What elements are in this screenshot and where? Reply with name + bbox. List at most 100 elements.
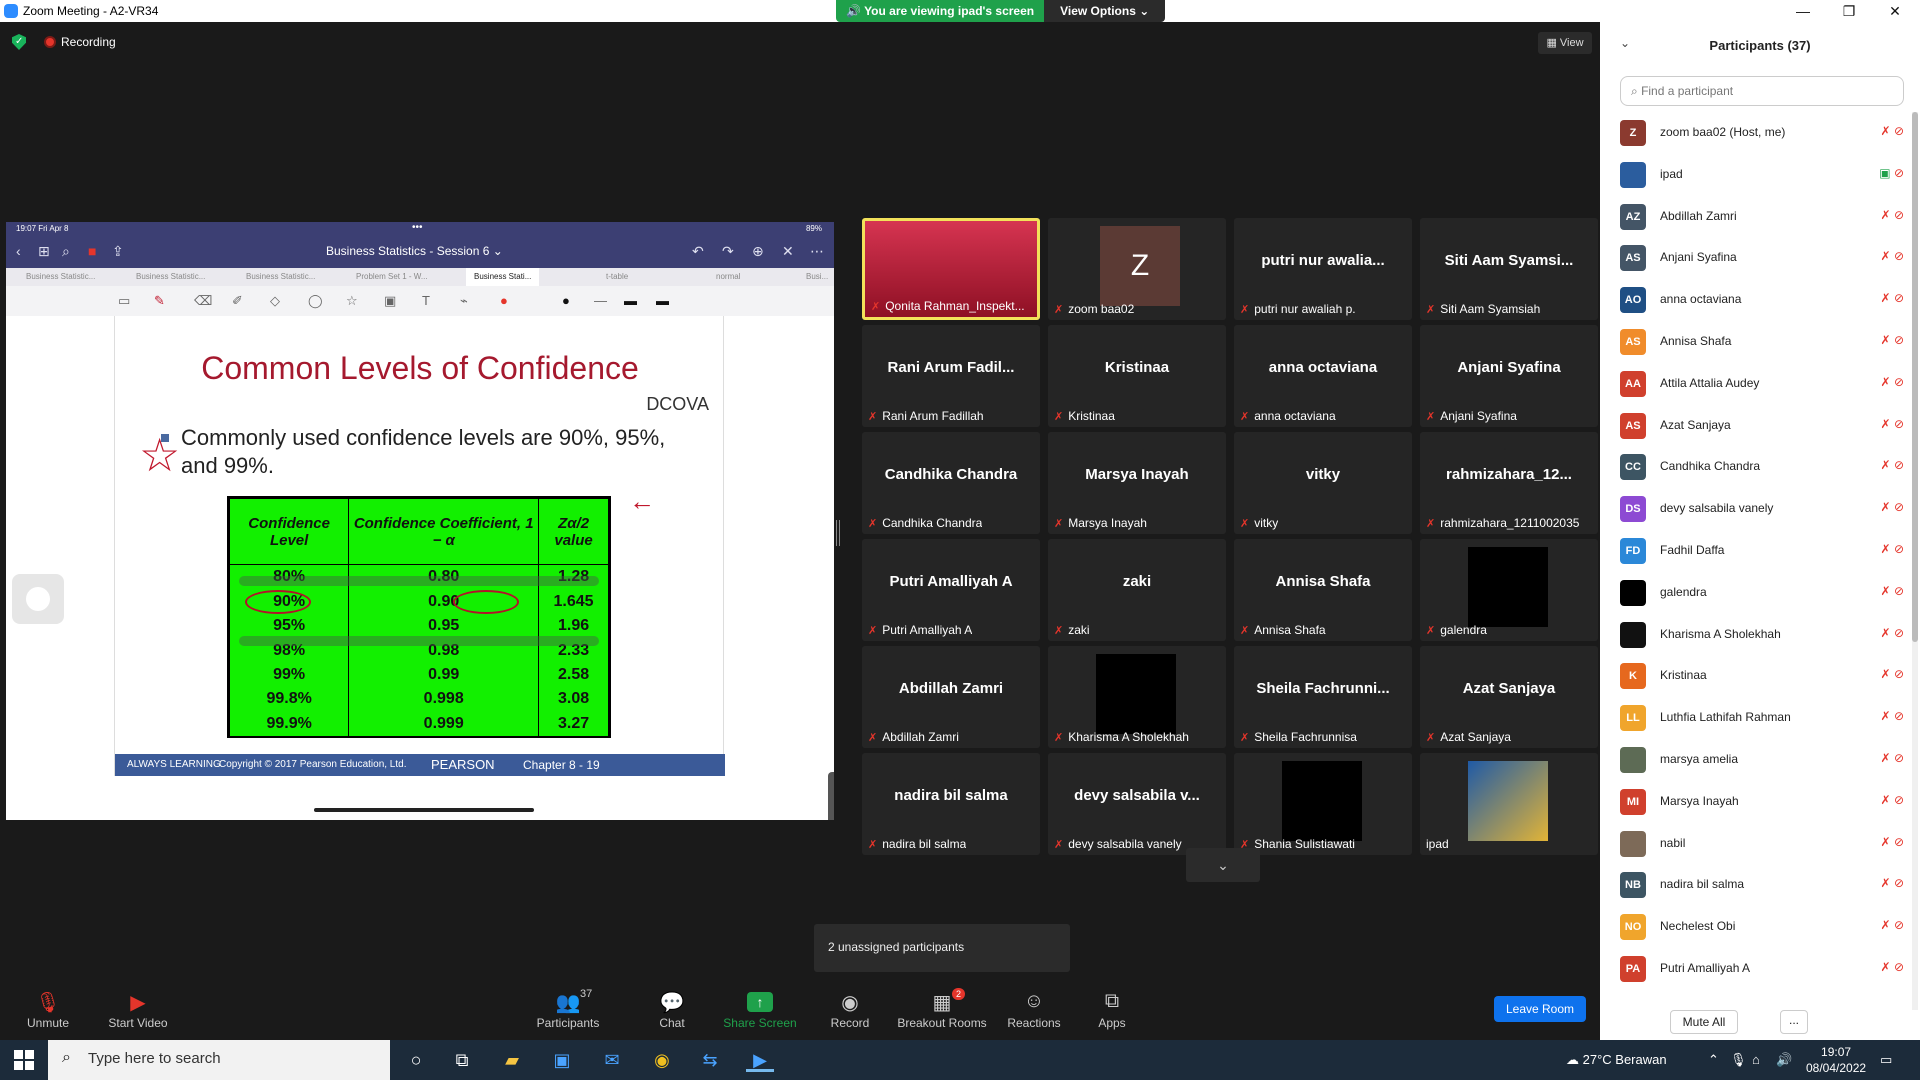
doc-tab[interactable]: Business Statistic... [246,272,315,281]
video-tile[interactable]: Annisa Shafa ✗ Annisa Shafa [1234,539,1412,641]
view-options-button[interactable]: View Options ⌄ [1044,0,1166,22]
doc-tab[interactable]: Problem Set 1 - W... [356,272,428,281]
more-icon[interactable]: ⋯ [810,243,824,260]
video-tile[interactable]: Z ✗ zoom baa02 [1048,218,1226,320]
video-tile[interactable]: Azat Sanjaya ✗ Azat Sanjaya [1420,646,1598,748]
find-participant-input[interactable]: ⌕ Find a participant [1620,76,1904,106]
video-tile[interactable]: ipad [1420,753,1598,855]
task-view-icon[interactable]: ⧉ [448,1048,476,1072]
participant-row[interactable]: AS Annisa Shafa ✗ ⊘ [1620,321,1904,362]
participant-row[interactable]: Kharisma A Sholekhah ✗ ⊘ [1620,614,1904,655]
video-tile[interactable]: Abdillah Zamri ✗ Abdillah Zamri [862,646,1040,748]
taskbar-clock[interactable]: 19:07 08/04/2022 [1806,1044,1866,1076]
participant-row[interactable]: AS Anjani Syafina ✗ ⊘ [1620,237,1904,278]
participant-row[interactable]: CC Candhika Chandra ✗ ⊘ [1620,446,1904,487]
mute-all-button[interactable]: Mute All [1670,1010,1738,1034]
shapes-icon[interactable]: ◇ [270,293,280,309]
doc-tab[interactable]: normal [716,272,740,281]
unmute-button[interactable]: 🎙 Unmute [0,990,96,1030]
grid-icon[interactable]: ⊞ [38,243,50,260]
participant-row[interactable]: NO Nechelest Obi ✗ ⊘ [1620,906,1904,947]
participant-row[interactable]: MI Marsya Inayah ✗ ⊘ [1620,781,1904,822]
doc-tab[interactable]: Busi... [806,272,828,281]
lasso-icon[interactable]: ◯ [308,293,323,309]
participant-row[interactable]: ipad ▣ ⊘ [1620,154,1904,195]
record-button[interactable]: ◉ Record [802,990,898,1030]
document-title[interactable]: Business Statistics - Session 6 ⌄ [326,244,503,258]
assistive-touch-button[interactable] [12,574,64,624]
thin-stroke-icon[interactable]: — [594,293,607,308]
recording-indicator[interactable]: Recording [44,35,116,49]
stamp-icon[interactable]: ☆ [346,293,358,309]
close-doc-icon[interactable]: ✕ [782,243,794,260]
read-mode-icon[interactable]: ▭ [118,293,130,309]
video-tile[interactable]: Sheila Fachrunni... ✗ Sheila Fachrunnisa [1234,646,1412,748]
thick-stroke-icon[interactable]: ▬ [656,293,669,308]
share-screen-button[interactable]: ↑ Share Screen [712,990,808,1030]
video-tile[interactable]: ✗ Qonita Rahman_Inspekt... [862,218,1040,320]
bookmark-icon[interactable]: ■ [88,243,96,259]
participants-scroll-thumb[interactable] [1912,112,1918,642]
participant-row[interactable]: PA Putri Amalliyah A ✗ ⊘ [1620,948,1904,989]
highlighter-icon[interactable]: ✐ [232,293,243,309]
shared-screen[interactable]: 19:07 Fri Apr 8 ••• 89% ‹ ⊞ ⌕ ■ ⇪ Busine… [6,222,834,820]
weather-widget[interactable]: ☁ 27°C Berawan [1566,1052,1667,1068]
add-page-icon[interactable]: ⊕ [752,243,764,260]
zoom-taskbar-icon[interactable]: ▶ [746,1048,774,1072]
participants-button[interactable]: 👥 37 Participants [520,988,616,1030]
close-button[interactable]: ✕ [1872,0,1918,22]
redo-icon[interactable]: ↷ [722,243,734,260]
participant-row[interactable]: nabil ✗ ⊘ [1620,823,1904,864]
doc-tab[interactable]: Business Statistic... [136,272,205,281]
mic-tray-icon[interactable]: 🎙 [1730,1052,1747,1068]
apps-button[interactable]: ⧉ Apps [1064,990,1160,1030]
participant-row[interactable]: AO anna octaviana ✗ ⊘ [1620,279,1904,320]
doc-tab[interactable]: Business Statistic... [26,272,95,281]
cortana-icon[interactable]: ○ [402,1048,430,1072]
slide-canvas[interactable]: Common Levels of Confidence DCOVA ☆ Comm… [6,316,834,820]
participant-row[interactable]: LL Luthfia Lathifah Rahman ✗ ⊘ [1620,697,1904,738]
video-tile[interactable]: nadira bil salma ✗ nadira bil salma [862,753,1040,855]
taskbar-search-input[interactable]: ⌕ Type here to search [48,1040,390,1080]
image-icon[interactable]: ▣ [384,293,396,309]
network-icon[interactable]: ⌂ [1752,1052,1760,1067]
split-handle[interactable] [836,520,840,546]
store-icon[interactable]: ▣ [548,1048,576,1072]
participant-row[interactable]: AA Attila Attalia Audey ✗ ⊘ [1620,363,1904,404]
notification-icon[interactable]: ▭ [1880,1052,1892,1068]
start-video-button[interactable]: ▶ Start Video [90,990,186,1030]
video-tile[interactable]: Marsya Inayah ✗ Marsya Inayah [1048,432,1226,534]
participant-row[interactable]: AZ Abdillah Zamri ✗ ⊘ [1620,196,1904,237]
video-tile[interactable]: rahmizahara_12... ✗ rahmizahara_1211002035 [1420,432,1598,534]
side-pull-tab[interactable] [828,772,834,820]
view-button[interactable]: ▦ View [1538,32,1592,54]
windows-start-icon[interactable] [14,1050,34,1070]
video-tile[interactable]: zaki ✗ zaki [1048,539,1226,641]
text-icon[interactable]: T [422,293,430,308]
video-tile[interactable]: ✗ Shania Sulistiawati [1234,753,1412,855]
video-tile[interactable]: devy salsabila v... ✗ devy salsabila vanel… [1048,753,1226,855]
minimize-button[interactable]: — [1780,0,1826,22]
video-tile[interactable]: anna octaviana ✗ anna octaviana [1234,325,1412,427]
doc-tab-active[interactable]: Business Stati... [466,268,540,286]
chrome-icon[interactable]: ◉ [648,1048,676,1072]
participant-row[interactable]: NB nadira bil salma ✗ ⊘ [1620,864,1904,905]
video-tile[interactable]: putri nur awalia... ✗ putri nur awaliah p. [1234,218,1412,320]
pen-icon[interactable]: ✎ [154,293,165,309]
maximize-button[interactable]: ❐ [1826,0,1872,22]
participant-row[interactable]: AS Azat Sanjaya ✗ ⊘ [1620,405,1904,446]
breakout-rooms-button[interactable]: ▦ 2 Breakout Rooms [894,988,990,1030]
leave-room-button[interactable]: Leave Room [1494,996,1586,1022]
video-tile[interactable]: ✗ Kharisma A Sholekhah [1048,646,1226,748]
video-tile[interactable]: Candhika Chandra ✗ Candhika Chandra [862,432,1040,534]
laser-icon[interactable]: ⌁ [460,293,468,309]
next-page-chevron-icon[interactable]: ⌄ [1186,848,1260,882]
participant-row[interactable]: DS devy salsabila vanely ✗ ⊘ [1620,488,1904,529]
volume-icon[interactable]: 🔊 [1776,1052,1792,1068]
mail-icon[interactable]: ✉ [598,1048,626,1072]
video-tile[interactable]: Siti Aam Syamsi... ✗ Siti Aam Syamsiah [1420,218,1598,320]
eraser-icon[interactable]: ⌫ [194,293,212,309]
red-color-icon[interactable]: ● [500,293,508,308]
chat-button[interactable]: 💬 Chat [624,990,720,1030]
video-tile[interactable]: Anjani Syafina ✗ Anjani Syafina [1420,325,1598,427]
